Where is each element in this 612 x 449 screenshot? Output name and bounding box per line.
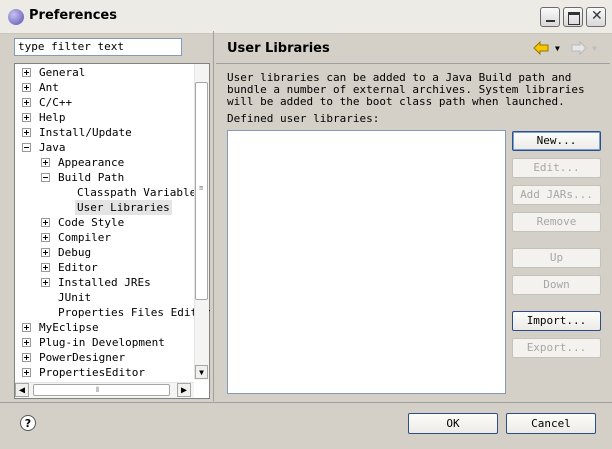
tree-item[interactable]: Code Style <box>56 215 126 230</box>
add-jars-button: Add JARs... <box>512 185 601 205</box>
grip-icon: ≡ <box>199 184 204 192</box>
expand-icon[interactable] <box>41 218 50 227</box>
scroll-left-button[interactable]: ◀ <box>15 383 29 397</box>
tree-item[interactable]: Classpath Variables <box>75 185 205 200</box>
tree-item[interactable]: Editor <box>56 260 100 275</box>
expand-icon[interactable] <box>22 68 31 77</box>
chevron-down-icon: ▼ <box>199 368 204 377</box>
remove-button: Remove <box>512 212 601 232</box>
tree-item[interactable]: Ant <box>37 80 61 95</box>
maximize-button[interactable] <box>563 7 583 27</box>
import-button[interactable]: Import... <box>512 311 601 331</box>
footer-separator <box>0 402 612 403</box>
scroll-down-button[interactable]: ▼ <box>195 365 208 379</box>
edit-button: Edit... <box>512 158 601 178</box>
expand-icon[interactable] <box>22 128 31 137</box>
chevron-down-icon[interactable]: ▼ <box>555 44 560 53</box>
expand-icon[interactable] <box>41 248 50 257</box>
user-libraries-list[interactable] <box>227 130 506 394</box>
header-separator <box>216 63 610 64</box>
tree-item[interactable]: Properties Files Editor <box>56 305 212 320</box>
expand-icon[interactable] <box>41 158 50 167</box>
eclipse-icon <box>8 9 24 25</box>
expand-icon[interactable] <box>22 353 31 362</box>
help-icon[interactable]: ? <box>20 415 36 431</box>
tree-hscrollbar-thumb[interactable]: ⦀ <box>33 384 170 396</box>
collapse-icon[interactable] <box>22 143 31 152</box>
tree-scrollbar-thumb[interactable]: ≡ <box>195 82 208 300</box>
ok-button[interactable]: OK <box>408 413 498 434</box>
expand-icon[interactable] <box>41 278 50 287</box>
expand-icon[interactable] <box>22 98 31 107</box>
tree-item[interactable]: Debug <box>56 245 93 260</box>
new-button[interactable]: New... <box>512 131 601 151</box>
minimize-button[interactable] <box>540 7 560 27</box>
cancel-button[interactable]: Cancel <box>506 413 596 434</box>
export-button: Export... <box>512 338 601 358</box>
filter-input[interactable]: type filter text <box>14 38 182 56</box>
window-title: Preferences <box>29 8 117 23</box>
tree-item[interactable]: User Libraries <box>75 200 172 215</box>
tree-item[interactable]: Appearance <box>56 155 126 170</box>
expand-icon[interactable] <box>22 83 31 92</box>
collapse-icon[interactable] <box>41 173 50 182</box>
tree-item[interactable]: Help <box>37 110 68 125</box>
chevron-down-icon: ▼ <box>592 44 597 53</box>
up-button: Up <box>512 248 601 268</box>
expand-icon[interactable] <box>22 113 31 122</box>
tree-item[interactable]: JUnit <box>56 290 93 305</box>
grip-icon: ⦀ <box>96 386 100 394</box>
close-icon: ✕ <box>591 8 603 24</box>
expand-icon[interactable] <box>22 368 31 377</box>
tree-item[interactable]: Java <box>37 140 68 155</box>
tree-item[interactable]: C/C++ <box>37 95 74 110</box>
tree-item[interactable]: General <box>37 65 87 80</box>
back-arrow-icon[interactable] <box>533 41 549 55</box>
tree-item[interactable]: PropertiesEditor <box>37 365 147 380</box>
tree-item[interactable]: Compiler <box>56 230 113 245</box>
tree-item[interactable]: MyEclipse <box>37 320 101 335</box>
tree-item[interactable]: Plug-in Development <box>37 335 167 350</box>
down-button: Down <box>512 275 601 295</box>
page-description: User libraries can be added to a Java Bu… <box>227 71 585 108</box>
chevron-left-icon: ◀ <box>18 385 26 396</box>
tree-item[interactable]: Installed JREs <box>56 275 153 290</box>
panel-divider[interactable] <box>213 31 214 401</box>
expand-icon[interactable] <box>41 263 50 272</box>
tree-item[interactable]: PowerDesigner <box>37 350 127 365</box>
expand-icon[interactable] <box>41 233 50 242</box>
close-button[interactable]: ✕ <box>586 7 606 27</box>
expand-icon[interactable] <box>22 323 31 332</box>
expand-icon[interactable] <box>22 338 31 347</box>
tree-item[interactable]: Build Path <box>56 170 126 185</box>
chevron-right-icon: ▶ <box>180 385 188 396</box>
defined-libraries-label: Defined user libraries: <box>227 112 380 125</box>
forward-arrow-icon <box>571 41 587 55</box>
scroll-right-button[interactable]: ▶ <box>177 383 191 397</box>
tree-item[interactable]: Install/Update <box>37 125 134 140</box>
page-title: User Libraries <box>227 41 330 56</box>
